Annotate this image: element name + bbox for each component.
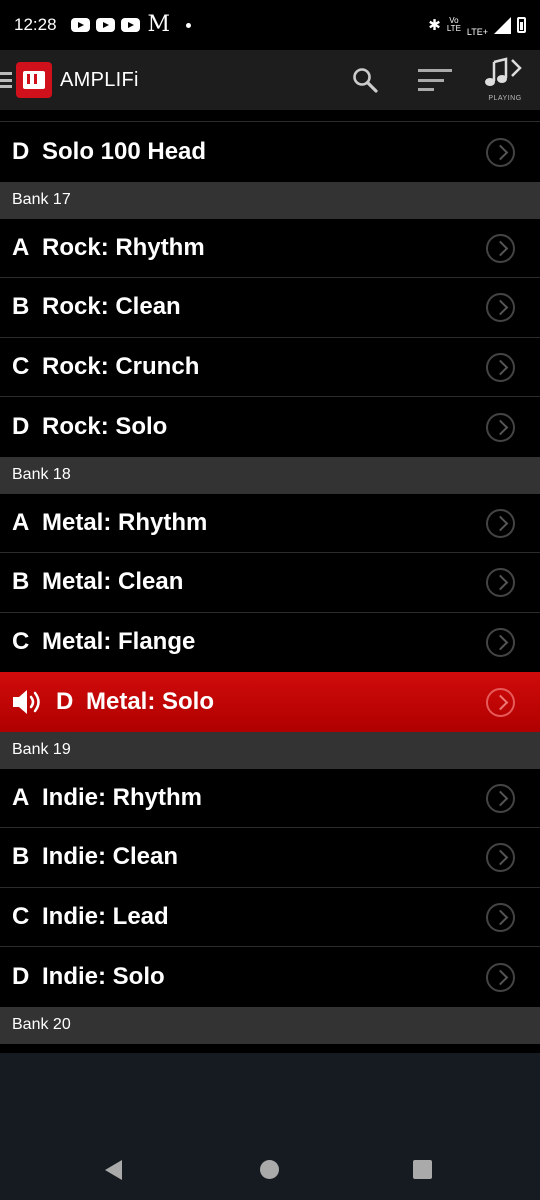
system-nav-bar — [0, 1140, 540, 1200]
signal-icon — [494, 16, 511, 34]
preset-name: Metal: Clean — [42, 568, 184, 596]
battery-icon — [517, 17, 526, 33]
youtube-icon — [70, 18, 90, 32]
chevron-right-icon[interactable] — [486, 508, 515, 538]
back-icon[interactable] — [105, 1160, 122, 1180]
status-time: 12:28 — [14, 15, 57, 34]
preset-letter: B — [12, 843, 30, 871]
preset-name: Rock: Rhythm — [42, 233, 205, 261]
preset-name: Solo 100 Head — [42, 137, 207, 165]
youtube-icon — [95, 18, 115, 32]
preset-letter: A — [12, 783, 30, 811]
app-bar: AMPLIFi PLAYING — [0, 50, 540, 110]
preset-row[interactable]: A Metal: Rhythm — [0, 493, 540, 553]
preset-name: Metal: Solo — [86, 687, 215, 715]
preset-letter: D — [12, 962, 30, 990]
preset-name: Indie: Lead — [42, 902, 169, 930]
now-playing-button[interactable]: PLAYING — [482, 56, 528, 104]
preset-letter: D — [12, 412, 30, 440]
preset-name: Rock: Clean — [42, 293, 181, 321]
chevron-right-icon[interactable] — [486, 962, 515, 992]
preset-letter: B — [12, 568, 30, 596]
preset-name: Indie: Clean — [42, 843, 179, 871]
app-title: AMPLIFi — [60, 68, 139, 91]
bank-header: Bank 17 — [0, 181, 540, 219]
system-icons: ✱ Vo LTE LTE+ — [428, 13, 526, 37]
preset-name: Indie: Rhythm — [42, 783, 202, 811]
preset-row[interactable]: A Indie: Rhythm — [0, 768, 540, 828]
preset-letter: C — [12, 902, 30, 930]
amplifi-logo-icon — [16, 62, 52, 98]
preset-row[interactable]: D Solo 100 Head — [0, 122, 540, 182]
preset-name: Rock: Crunch — [42, 352, 200, 380]
chevron-right-icon[interactable] — [486, 902, 515, 932]
menu-icon[interactable] — [0, 72, 12, 88]
volte-icon: Vo LTE — [447, 17, 461, 33]
preset-letter: A — [12, 508, 30, 536]
recent-apps-icon[interactable] — [413, 1160, 432, 1179]
status-bar: 12:28 M ✱ Vo LTE LTE+ — [0, 0, 540, 50]
chevron-right-icon[interactable] — [486, 233, 515, 263]
lte-label: LTE+ — [466, 27, 488, 37]
preset-name: Metal: Rhythm — [42, 508, 208, 536]
music-note-icon — [485, 57, 522, 86]
bank-header: Bank 20 — [0, 1006, 540, 1044]
playing-label: PLAYING — [488, 95, 522, 102]
notification-icons: M — [70, 12, 192, 37]
preset-row[interactable]: D Indie: Solo — [0, 947, 540, 1007]
preset-letter: C — [12, 352, 30, 380]
list-top-gap — [0, 110, 540, 122]
preset-row[interactable]: C Indie: Lead — [0, 887, 540, 947]
preset-letter: A — [12, 233, 30, 261]
preset-row[interactable]: C Metal: Flange — [0, 612, 540, 672]
search-icon[interactable] — [352, 67, 378, 93]
chevron-right-icon[interactable] — [486, 293, 515, 323]
youtube-icon — [120, 18, 140, 32]
gmail-icon: M — [147, 12, 171, 37]
chevron-right-icon[interactable] — [486, 568, 515, 598]
chevron-right-icon[interactable] — [486, 687, 515, 717]
preset-row[interactable]: B Metal: Clean — [0, 553, 540, 613]
chevron-right-icon[interactable] — [486, 352, 515, 382]
preset-row[interactable]: B Rock: Clean — [0, 278, 540, 338]
preset-letter: C — [12, 628, 30, 656]
preset-row[interactable]: A Rock: Rhythm — [0, 218, 540, 278]
preset-name: Metal: Flange — [42, 628, 196, 656]
chevron-right-icon[interactable] — [486, 843, 515, 873]
chevron-right-icon[interactable] — [486, 412, 515, 442]
preset-row[interactable]: B Indie: Clean — [0, 828, 540, 888]
preset-letter: B — [12, 293, 30, 321]
preset-row[interactable]: C Rock: Crunch — [0, 337, 540, 397]
volte-bottom: LTE — [446, 24, 461, 33]
preset-letter: D — [12, 137, 30, 165]
home-icon[interactable] — [260, 1160, 279, 1179]
preset-list: D Solo 100 Head Bank 17 A Rock: Rhythm B… — [0, 110, 540, 1044]
chevron-right-icon[interactable] — [486, 137, 515, 167]
speaker-icon — [13, 689, 40, 714]
preset-row[interactable]: D Rock: Solo — [0, 397, 540, 457]
preset-name: Indie: Solo — [42, 962, 165, 990]
chevron-right-icon[interactable] — [486, 628, 515, 658]
bluetooth-icon: ✱ — [428, 17, 441, 34]
preset-row-active[interactable]: D Metal: Solo — [0, 672, 540, 732]
dot-icon — [186, 22, 192, 28]
preset-letter: D — [56, 687, 74, 715]
chevron-right-icon[interactable] — [486, 783, 515, 813]
preset-name: Rock: Solo — [42, 412, 168, 440]
sort-icon[interactable] — [418, 69, 452, 91]
bank-header: Bank 18 — [0, 456, 540, 494]
bank-header: Bank 19 — [0, 731, 540, 769]
